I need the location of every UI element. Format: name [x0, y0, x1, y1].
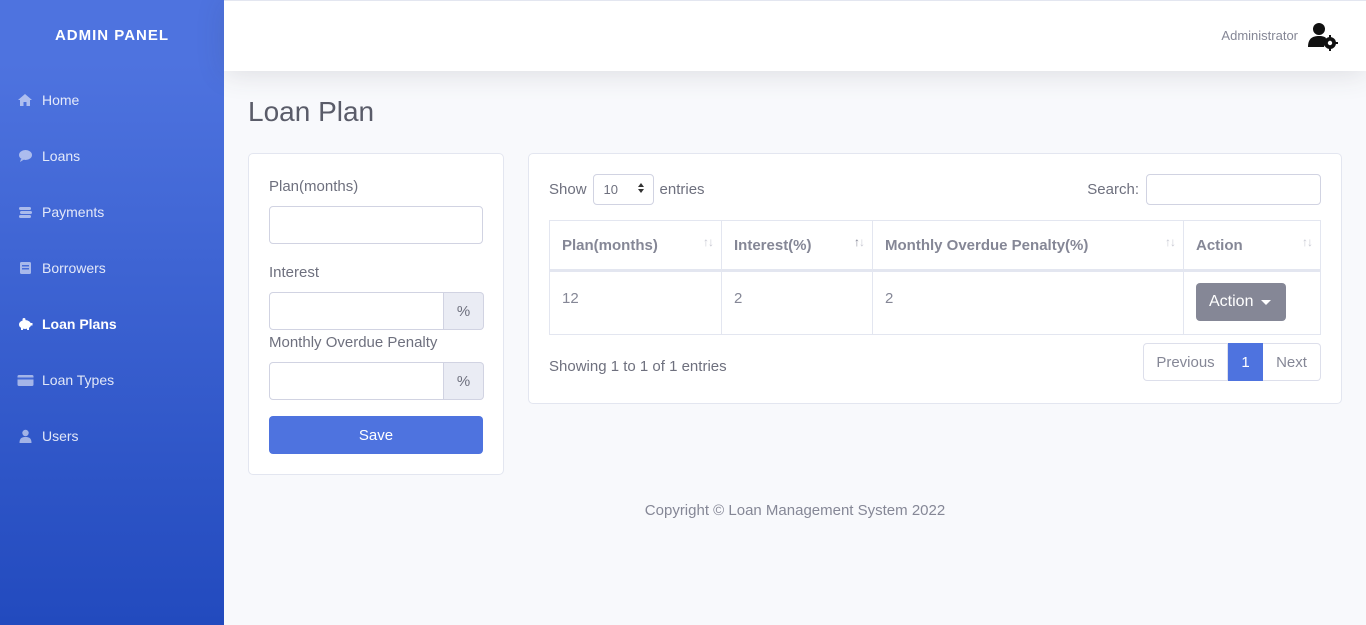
footer-copyright: Copyright © Loan Management System 2022 [644, 502, 946, 519]
sidebar-item-home[interactable]: Home [0, 72, 224, 128]
sidebar-item-label: Home [42, 92, 80, 108]
brand-logo[interactable]: ADMIN PANEL [0, 0, 224, 72]
table-search: Search: [1087, 174, 1321, 205]
sidebar-item-label: Loan Types [42, 372, 115, 388]
interest-input[interactable] [269, 292, 444, 330]
sort-icon: ↑↓ [703, 235, 714, 249]
pagination-previous[interactable]: Previous [1143, 343, 1228, 381]
plan-months-label: Plan(months) [269, 178, 359, 195]
home-icon [16, 93, 34, 107]
pagination-page-1[interactable]: 1 [1228, 343, 1263, 381]
interest-input-group: % [269, 292, 484, 330]
column-header-label: Interest(%) [734, 236, 812, 254]
sidebar-item-loan-plans[interactable]: Loan Plans [0, 296, 224, 352]
topbar: Administrator [224, 0, 1366, 71]
action-label: Action [1209, 293, 1254, 310]
page-title: Loan Plan [248, 96, 375, 127]
sidebar: ADMIN PANEL Home Loans Payments Borrower… [0, 0, 224, 625]
sort-ascending-icon: ↑↓ [854, 235, 865, 249]
sidebar-item-label: Users [42, 428, 79, 444]
interest-percent-addon: % [444, 292, 484, 330]
penalty-label: Monthly Overdue Penalty [269, 334, 438, 351]
column-header-plan[interactable]: Plan(months) ↑↓ [549, 220, 722, 272]
sort-icon: ↑↓ [1302, 235, 1313, 249]
select-arrows-icon [637, 182, 645, 197]
loan-plan-form: Plan(months) Interest % Monthly Overdue … [248, 153, 504, 475]
table-info: Showing 1 to 1 of 1 entries [549, 358, 727, 375]
loan-plans-table-card: Show 10 entries Search: Plan(months) ↑↓ … [528, 153, 1342, 404]
sidebar-item-borrowers[interactable]: Borrowers [0, 240, 224, 296]
column-header-action[interactable]: Action ↑↓ [1183, 220, 1321, 272]
column-header-label: Action [1196, 236, 1243, 254]
action-dropdown-button[interactable]: Action [1196, 283, 1286, 321]
entries-select[interactable]: 10 [592, 174, 654, 205]
cell-action: Action [1183, 270, 1321, 335]
penalty-input[interactable] [269, 362, 444, 400]
save-button[interactable]: Save [269, 416, 483, 454]
interest-label: Interest [269, 264, 320, 281]
sidebar-nav: Home Loans Payments Borrowers Loan Plans [0, 72, 224, 464]
sidebar-item-label: Loan Plans [42, 316, 117, 332]
entries-label: entries [659, 181, 705, 198]
pagination: Previous 1 Next [1143, 343, 1321, 381]
table-row: 12 2 2 Action [549, 270, 1321, 335]
show-label: Show [549, 181, 587, 198]
penalty-input-group: % [269, 362, 484, 400]
cell-penalty: 2 [872, 270, 1184, 335]
sidebar-item-label: Payments [42, 204, 105, 220]
chat-icon [16, 149, 34, 163]
piggy-bank-icon [16, 317, 34, 331]
caret-down-icon [1261, 299, 1272, 305]
book-icon [16, 261, 34, 275]
plan-months-input[interactable] [269, 206, 483, 244]
coins-icon [16, 205, 34, 219]
search-input[interactable] [1146, 174, 1321, 205]
column-header-label: Monthly Overdue Penalty(%) [885, 236, 1089, 254]
column-header-interest[interactable]: Interest(%) ↑↓ [721, 220, 873, 272]
column-header-label: Plan(months) [562, 236, 658, 254]
table-header-row: Plan(months) ↑↓ Interest(%) ↑↓ Monthly O… [549, 220, 1321, 272]
search-label: Search: [1087, 181, 1139, 198]
entries-select-value: 10 [603, 182, 618, 197]
sidebar-item-loan-types[interactable]: Loan Types [0, 352, 224, 408]
loan-plans-table: Plan(months) ↑↓ Interest(%) ↑↓ Monthly O… [549, 220, 1321, 335]
sidebar-item-label: Borrowers [42, 260, 106, 276]
entries-length-control: Show 10 entries [549, 174, 705, 205]
cell-plan: 12 [549, 270, 722, 335]
sidebar-item-users[interactable]: Users [0, 408, 224, 464]
pagination-next[interactable]: Next [1263, 343, 1321, 381]
sidebar-item-payments[interactable]: Payments [0, 184, 224, 240]
cell-interest: 2 [721, 270, 873, 335]
sidebar-item-loans[interactable]: Loans [0, 128, 224, 184]
user-cog-icon [1306, 19, 1338, 51]
column-header-penalty[interactable]: Monthly Overdue Penalty(%) ↑↓ [872, 220, 1184, 272]
sidebar-item-label: Loans [42, 148, 81, 164]
penalty-percent-addon: % [444, 362, 484, 400]
user-name: Administrator [1221, 27, 1298, 43]
sort-icon: ↑↓ [1165, 235, 1176, 249]
brand-text: ADMIN PANEL [54, 26, 170, 44]
user-menu[interactable]: Administrator [1221, 19, 1338, 51]
card-icon [16, 373, 34, 387]
user-icon [16, 429, 34, 443]
